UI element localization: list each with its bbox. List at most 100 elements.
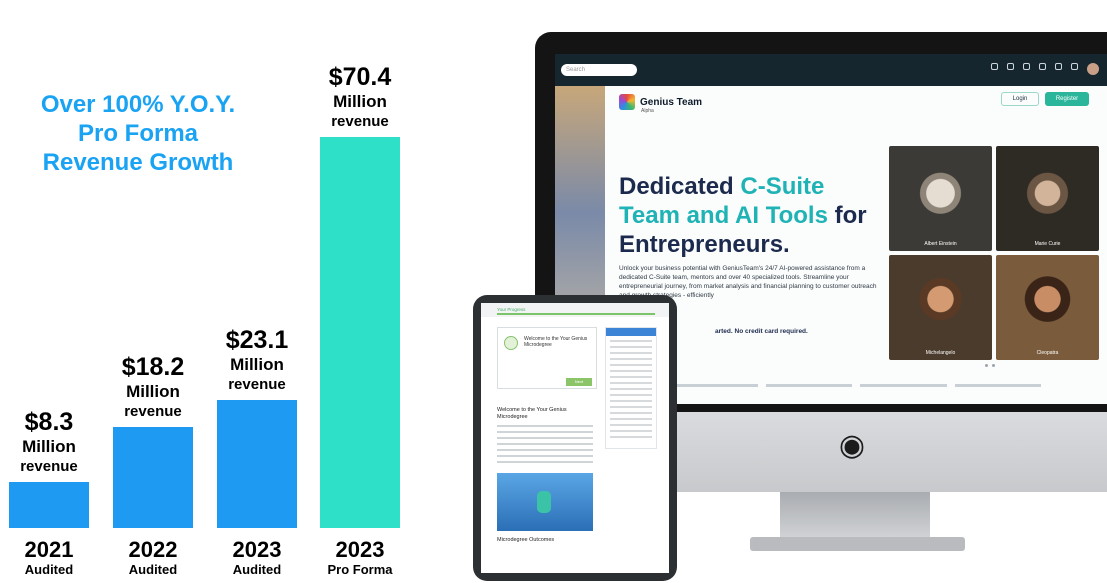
sidebar-item[interactable] — [610, 394, 652, 396]
sidebar-item[interactable] — [610, 412, 652, 414]
body-text-line — [497, 437, 593, 439]
carousel-dot[interactable] — [992, 364, 995, 367]
monitor-stand — [780, 492, 930, 542]
portrait-caption: Cleopatra — [1036, 350, 1059, 356]
bar-value-suffix: revenue — [228, 376, 286, 393]
sidebar-item[interactable] — [610, 388, 652, 390]
portrait-card[interactable]: Albert Einstein — [889, 146, 992, 251]
portrait-caption: Michelangelo — [925, 350, 956, 356]
feature-text-line — [954, 384, 1041, 387]
video-thumbnail[interactable] — [497, 473, 593, 531]
sidebar-item[interactable] — [610, 400, 652, 402]
topbar-icons — [991, 63, 1099, 75]
bar-value-unit: Million — [126, 382, 180, 401]
portrait-caption: Marie Curie — [1034, 241, 1061, 247]
body-text-line — [497, 461, 593, 463]
feature-text-line — [860, 384, 947, 387]
x-tick-year: 2021 — [24, 537, 74, 562]
hero-title-part2: for — [827, 202, 867, 229]
cart-icon[interactable] — [1055, 63, 1062, 70]
microdegree-icon — [504, 336, 518, 350]
sidebar-item[interactable] — [610, 370, 652, 372]
register-button[interactable]: Register — [1045, 92, 1089, 106]
brand-sub: Alpha — [641, 108, 654, 114]
progress-bar — [497, 313, 655, 315]
monitor-foot — [750, 537, 965, 551]
bar-value-suffix: revenue — [124, 403, 182, 420]
user-avatar-icon[interactable] — [1087, 63, 1099, 75]
portrait-card[interactable]: Michelangelo — [889, 255, 992, 360]
pin-icon[interactable] — [1039, 63, 1046, 70]
bar-data-label: $70.4 Million revenue — [305, 63, 415, 131]
sidebar-item[interactable] — [610, 364, 652, 366]
play-video-icon[interactable] — [537, 491, 551, 513]
sidebar-item[interactable] — [610, 340, 652, 342]
hero-note: arted. No credit card required. — [715, 328, 808, 335]
hero-title: Dedicated C-Suite Team and AI Tools for … — [619, 172, 899, 259]
sidebar-item[interactable] — [610, 424, 652, 426]
bar-data-label: $18.2 Million revenue — [98, 353, 208, 421]
bar-value-amount: $18.2 — [121, 353, 185, 381]
tablet-body-title: Welcome to the Your Genius Microdegree — [497, 407, 567, 420]
folder-icon[interactable] — [1007, 63, 1014, 70]
genius-team-logo-icon — [619, 94, 635, 110]
bar-value-suffix: revenue — [20, 458, 78, 475]
x-tick-note: Pro Forma — [327, 562, 393, 577]
tablet-footer-title: Microdegree Outcomes — [497, 537, 555, 543]
tablet-sidebar — [605, 327, 657, 449]
x-tick-note: Audited — [232, 562, 282, 577]
tablet-header-text: Your Progress — [497, 307, 526, 312]
x-tick-label: 2023 Pro Forma — [305, 538, 415, 578]
bar-value-unit: Million — [333, 92, 387, 111]
carousel-dot[interactable] — [985, 364, 988, 367]
search-input[interactable]: Search — [561, 64, 637, 76]
carousel-dots[interactable] — [985, 364, 995, 367]
sidebar-item[interactable] — [610, 382, 652, 384]
x-tick-label: 2022 Audited — [98, 538, 208, 578]
bar-value-unit: Million — [22, 437, 76, 456]
growth-headline: Over 100% Y.O.Y. Pro Forma Revenue Growt… — [18, 90, 258, 177]
hero-title-highlight2: Team and AI Tools — [619, 202, 828, 229]
sidebar-item[interactable] — [610, 376, 652, 378]
feature-strip — [605, 378, 1107, 404]
body-text-line — [497, 431, 593, 433]
bar-value-suffix: revenue — [331, 113, 389, 130]
chart-bar — [217, 400, 297, 528]
sidebar-item[interactable] — [610, 346, 652, 348]
home-icon[interactable] — [991, 63, 998, 70]
book-icon[interactable] — [1023, 63, 1030, 70]
bar-value-amount: $70.4 — [328, 63, 392, 91]
sidebar-item[interactable] — [610, 430, 652, 432]
hero-title-highlight1: C-Suite — [740, 173, 825, 200]
welcome-card-title: Welcome to the Your Genius Microdegree — [524, 336, 588, 348]
bar-data-label: $8.3 Million revenue — [0, 408, 104, 476]
portrait-card[interactable]: Cleopatra — [996, 255, 1099, 360]
growth-headline-line1: Over 100% Y.O.Y. — [40, 91, 236, 118]
x-tick-note: Audited — [128, 562, 178, 577]
x-tick-label: 2021 Audited — [0, 538, 104, 578]
revenue-chart: Over 100% Y.O.Y. Pro Forma Revenue Growt… — [0, 0, 420, 583]
x-tick-label: 2023 Audited — [202, 538, 312, 578]
bar-data-label: $23.1 Million revenue — [202, 326, 312, 394]
portrait-caption: Albert Einstein — [924, 241, 957, 247]
next-button[interactable]: Next — [566, 378, 592, 386]
sidebar-item[interactable] — [610, 418, 652, 420]
sidebar-item[interactable] — [610, 436, 652, 438]
sidebar-item[interactable] — [610, 358, 652, 360]
bar-value-amount: $8.3 — [24, 408, 74, 436]
bar-value-amount: $23.1 — [225, 326, 289, 354]
brand[interactable]: Genius Team — [619, 94, 702, 110]
landing-page: Genius Team Alpha Login Register Dedicat… — [605, 86, 1107, 404]
login-button[interactable]: Login — [1001, 92, 1039, 106]
tablet-screen: Your Progress Welcome to the Your Genius… — [481, 303, 669, 573]
sidebar-item[interactable] — [610, 406, 652, 408]
x-tick-year: 2022 — [128, 537, 178, 562]
tablet-sidebar-header — [606, 328, 656, 336]
sidebar-item[interactable] — [610, 352, 652, 354]
welcome-card: Welcome to the Your Genius Microdegree N… — [497, 327, 597, 389]
body-text-line — [497, 455, 593, 457]
apple-logo-icon: ◉ — [838, 429, 866, 462]
chart-bar — [113, 427, 193, 528]
portrait-card[interactable]: Marie Curie — [996, 146, 1099, 251]
logout-icon[interactable] — [1071, 63, 1078, 70]
